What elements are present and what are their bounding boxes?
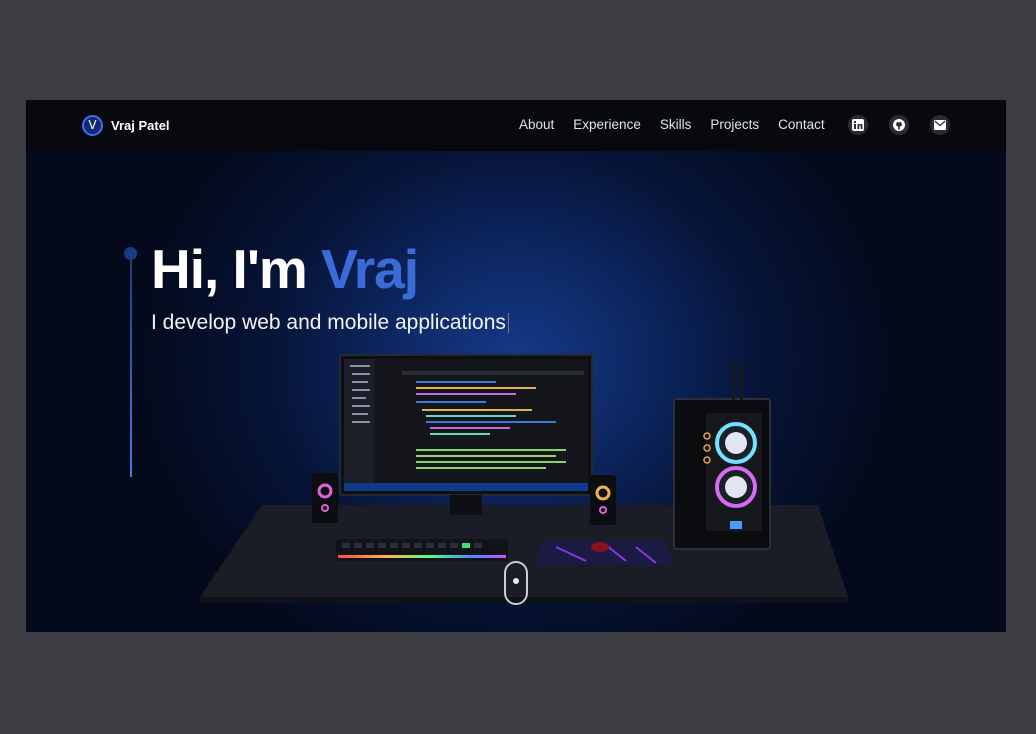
hero-subtitle: I develop web and mobile applications — [151, 311, 509, 335]
email-button[interactable] — [930, 115, 950, 135]
browser-viewport: Hi, I'm Vraj I develop web and mobile ap… — [26, 100, 1006, 632]
scroll-indicator-dot — [513, 578, 519, 584]
nav-link-about[interactable]: About — [519, 117, 554, 132]
hero-name: Vraj — [321, 238, 419, 300]
hero-greeting: Hi, I'm — [151, 238, 322, 300]
scroll-down-indicator[interactable] — [504, 561, 528, 605]
timeline-line — [130, 251, 132, 477]
github-icon — [893, 119, 905, 131]
nav-link-contact[interactable]: Contact — [778, 117, 825, 132]
hero-section: Hi, I'm Vraj I develop web and mobile ap… — [26, 151, 1006, 632]
hero-subtitle-text: I develop web and mobile applications — [151, 311, 506, 334]
social-links — [848, 115, 950, 135]
desk-setup-3d-illustration — [200, 354, 848, 603]
linkedin-button[interactable] — [848, 115, 868, 135]
navbar: V Vraj Patel About Experience Skills Pro… — [26, 100, 1006, 151]
nav-link-skills[interactable]: Skills — [660, 117, 692, 132]
typing-caret — [507, 313, 509, 334]
logo-icon: V — [82, 115, 103, 136]
github-button[interactable] — [889, 115, 909, 135]
nav-links: About Experience Skills Projects Contact — [519, 117, 844, 132]
brand-name: Vraj Patel — [111, 118, 170, 133]
mail-icon — [934, 120, 946, 130]
hero-heading: Hi, I'm Vraj — [151, 237, 419, 301]
linkedin-icon — [852, 119, 864, 131]
brand-link[interactable]: V Vraj Patel — [82, 115, 170, 136]
nav-link-projects[interactable]: Projects — [710, 117, 759, 132]
nav-link-experience[interactable]: Experience — [573, 117, 641, 132]
